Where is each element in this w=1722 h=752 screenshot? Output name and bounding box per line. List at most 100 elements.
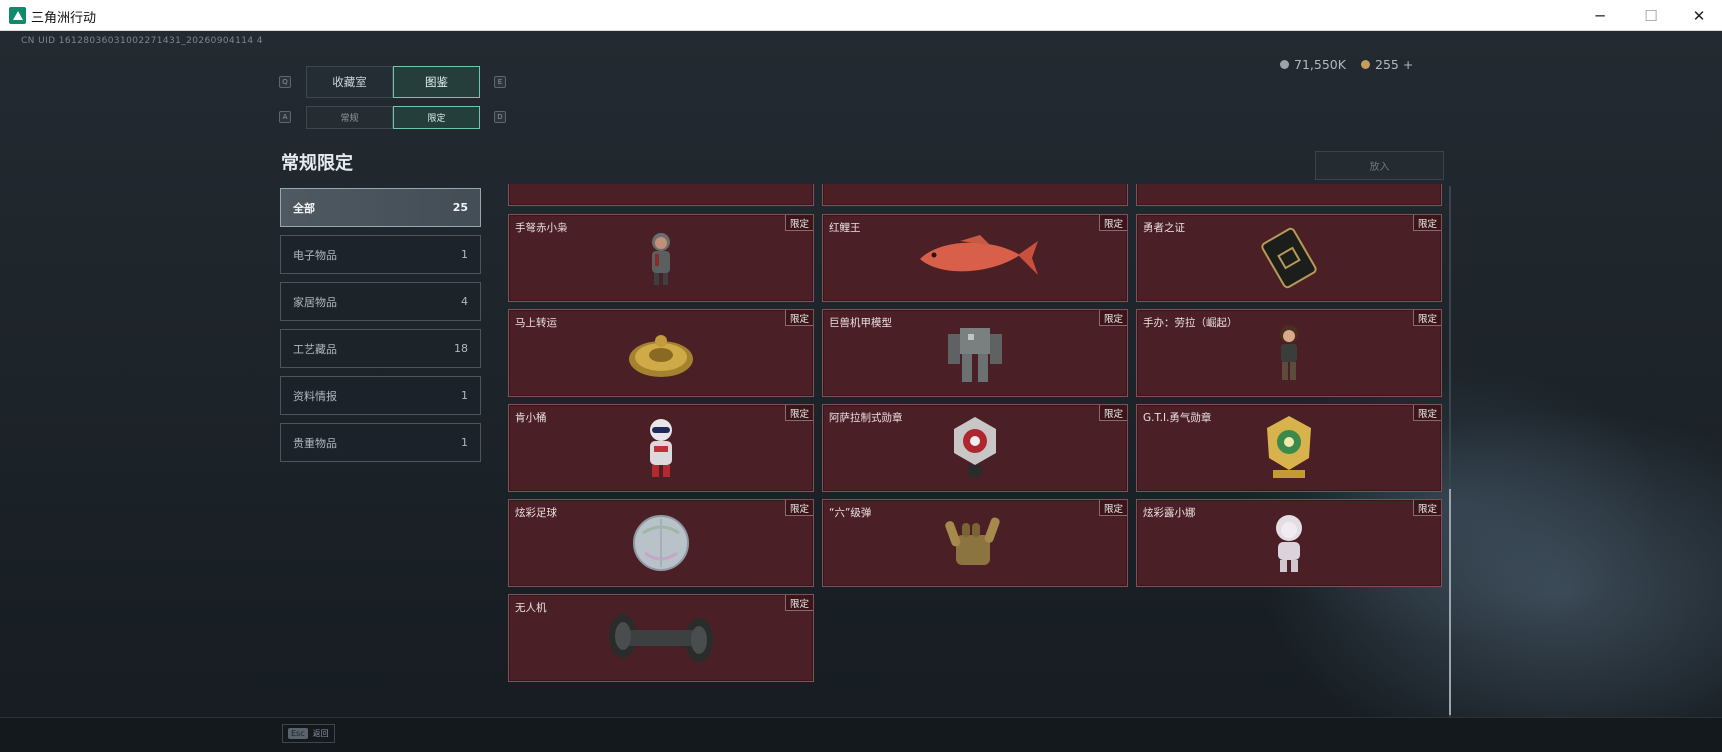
key-hint-a: A bbox=[279, 111, 291, 123]
currency-silver-value: 71,550K bbox=[1294, 57, 1346, 72]
maximize-button[interactable]: ☐ bbox=[1628, 0, 1674, 31]
item-card[interactable]: 无人机 限定 bbox=[508, 594, 814, 682]
category-count: 1 bbox=[461, 436, 468, 449]
category-household[interactable]: 家居物品 4 bbox=[280, 282, 481, 321]
item-card[interactable]: 马上转运 限定 bbox=[508, 309, 814, 397]
tab-collection-room[interactable]: 收藏室 bbox=[306, 66, 393, 98]
golden-disc-icon bbox=[629, 335, 693, 377]
main-tabs: 收藏室 图鉴 bbox=[306, 66, 480, 98]
currency-gold[interactable]: 255 + bbox=[1361, 57, 1413, 72]
limited-tag: 限定 bbox=[1412, 310, 1441, 326]
limited-tag: 限定 bbox=[1412, 405, 1441, 421]
item-name: 肯小桶 bbox=[515, 412, 547, 424]
limited-tag: 限定 bbox=[784, 215, 813, 231]
hand-icon bbox=[945, 517, 1000, 565]
limited-tag: 限定 bbox=[1098, 310, 1127, 326]
item-card[interactable]: G.T.I.勇气勋章 限定 bbox=[1136, 404, 1442, 492]
item-card[interactable]: “六”级弹 限定 bbox=[822, 499, 1128, 587]
category-label: 资料情报 bbox=[293, 389, 337, 403]
item-name: “六”级弹 bbox=[829, 507, 872, 519]
tab-catalog[interactable]: 图鉴 bbox=[393, 66, 480, 98]
item-name: 阿萨拉制式勋章 bbox=[829, 412, 903, 424]
item-card[interactable]: 手办：劳拉（崛起） 限定 bbox=[1136, 309, 1442, 397]
medal-red-icon bbox=[954, 417, 996, 477]
page-title: 常规限定 bbox=[281, 153, 353, 174]
back-label: 返回 bbox=[312, 729, 329, 738]
currency-silver: 71,550K bbox=[1280, 57, 1346, 72]
category-count: 25 bbox=[452, 201, 468, 214]
scrollbar-thumb[interactable] bbox=[1449, 489, 1451, 715]
item-name: 手办：劳拉（崛起） bbox=[1143, 317, 1238, 329]
mech-icon bbox=[948, 328, 1002, 382]
currency-gold-value: 255 + bbox=[1375, 57, 1414, 72]
figure-lara-icon bbox=[1280, 325, 1298, 380]
item-card[interactable]: 巨兽机甲模型 限定 bbox=[822, 309, 1128, 397]
limited-tag: 限定 bbox=[784, 500, 813, 516]
category-intel[interactable]: 资料情报 1 bbox=[280, 376, 481, 415]
item-name: 手弩赤小枭 bbox=[515, 222, 568, 234]
category-label: 电子物品 bbox=[293, 248, 337, 262]
item-name: 炫彩露小娜 bbox=[1143, 507, 1196, 519]
category-count: 1 bbox=[461, 248, 468, 261]
category-count: 18 bbox=[454, 342, 468, 355]
limited-tag: 限定 bbox=[1412, 215, 1441, 231]
item-card[interactable]: 阿萨拉制式勋章 限定 bbox=[822, 404, 1128, 492]
put-in-button[interactable]: 放入 bbox=[1315, 151, 1444, 180]
item-name: 炫彩足球 bbox=[515, 507, 557, 519]
limited-tag: 限定 bbox=[1098, 215, 1127, 231]
key-hint-d: D bbox=[494, 111, 506, 123]
category-all[interactable]: 全部 25 bbox=[280, 188, 481, 227]
window-title: 三角洲行动 bbox=[31, 11, 97, 26]
key-hint-q: Q bbox=[279, 76, 291, 88]
category-count: 4 bbox=[461, 295, 468, 308]
medal-gold-icon bbox=[1267, 416, 1311, 478]
sub-tabs: 常规 限定 bbox=[306, 106, 480, 129]
grid-scrollbar[interactable] bbox=[1449, 186, 1451, 717]
item-name: 勇者之证 bbox=[1143, 222, 1185, 234]
tab-regular[interactable]: 常规 bbox=[306, 106, 393, 129]
limited-tag: 限定 bbox=[784, 310, 813, 326]
card-icon bbox=[1261, 227, 1317, 289]
esc-key-icon: Esc bbox=[288, 728, 308, 739]
category-label: 家居物品 bbox=[293, 295, 337, 309]
item-name: 红鲤王 bbox=[829, 222, 861, 234]
limited-tag: 限定 bbox=[1412, 500, 1441, 516]
item-grid[interactable]: 手弩赤小枭 限定 红鲤王 限定 勇者之证 限定 马上转运 限定 巨兽机甲模型 限… bbox=[508, 184, 1448, 717]
close-button[interactable]: ✕ bbox=[1676, 0, 1722, 31]
figure-white-icon bbox=[1276, 515, 1302, 572]
tab-limited[interactable]: 限定 bbox=[393, 106, 480, 129]
figure-hooded-icon bbox=[652, 233, 670, 285]
category-crafts[interactable]: 工艺藏品 18 bbox=[280, 329, 481, 368]
item-card[interactable]: 红鲤王 限定 bbox=[822, 214, 1128, 302]
item-card-partial[interactable] bbox=[1136, 184, 1442, 206]
item-card[interactable]: 肯小桶 限定 bbox=[508, 404, 814, 492]
item-card-partial[interactable] bbox=[822, 184, 1128, 206]
football-icon bbox=[633, 515, 689, 571]
item-name: 巨兽机甲模型 bbox=[829, 317, 892, 329]
category-list: 全部 25 电子物品 1 家居物品 4 工艺藏品 18 资料情报 1 贵重物品 … bbox=[280, 188, 481, 470]
limited-tag: 限定 bbox=[1098, 405, 1127, 421]
item-card-partial[interactable] bbox=[508, 184, 814, 206]
app-logo-icon bbox=[9, 7, 26, 24]
item-card[interactable]: 勇者之证 限定 bbox=[1136, 214, 1442, 302]
footer-bar bbox=[0, 717, 1722, 752]
category-valuables[interactable]: 贵重物品 1 bbox=[280, 423, 481, 462]
window-title-bar: 三角洲行动 ─ ☐ ✕ bbox=[0, 0, 1722, 31]
item-name: G.T.I.勇气勋章 bbox=[1143, 412, 1212, 424]
category-label: 贵重物品 bbox=[293, 436, 337, 450]
item-card[interactable]: 炫彩露小娜 限定 bbox=[1136, 499, 1442, 587]
limited-tag: 限定 bbox=[784, 595, 813, 611]
item-card[interactable]: 炫彩足球 限定 bbox=[508, 499, 814, 587]
category-electronics[interactable]: 电子物品 1 bbox=[280, 235, 481, 274]
limited-tag: 限定 bbox=[784, 405, 813, 421]
limited-tag: 限定 bbox=[1098, 500, 1127, 516]
item-name: 无人机 bbox=[515, 602, 547, 614]
player-uid: CN UID 16128036031002271431_20260904114 … bbox=[21, 36, 263, 46]
figure-bucket-icon bbox=[650, 419, 672, 477]
key-hint-e: E bbox=[494, 76, 506, 88]
category-label: 全部 bbox=[293, 201, 315, 215]
minimize-button[interactable]: ─ bbox=[1577, 0, 1623, 31]
back-button[interactable]: Esc 返回 bbox=[282, 724, 335, 743]
silver-coin-icon bbox=[1280, 60, 1289, 69]
item-card[interactable]: 手弩赤小枭 限定 bbox=[508, 214, 814, 302]
